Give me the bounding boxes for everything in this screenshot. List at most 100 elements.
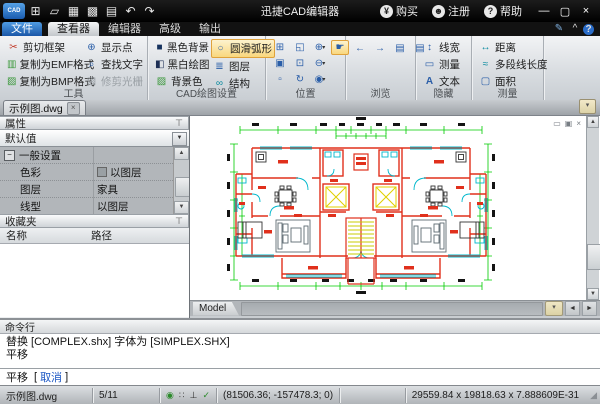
document-tab[interactable]: 示例图.dwg × (3, 100, 86, 115)
floor-plan-drawing (190, 116, 586, 300)
zoom-out-button[interactable]: ⊖▾ (311, 56, 329, 71)
vertical-scrollbar[interactable]: ▲ ▼ (586, 116, 599, 300)
save-as-icon[interactable]: ▩ (84, 4, 101, 18)
model-tab-bar: Model ▾ ◄ ► (190, 300, 600, 316)
find-text-button[interactable]: ⌕ 查找文字 (83, 56, 145, 73)
document-tab-close-icon[interactable]: × (67, 102, 80, 115)
mdi-close-icon[interactable]: × (576, 119, 581, 128)
distance-button[interactable]: ↔ 距离 (477, 39, 550, 56)
property-row-linetype[interactable]: 线型 以图层 (0, 198, 189, 214)
zoom-extent-button[interactable]: ⊡ (291, 56, 309, 71)
print-icon[interactable]: ▤ (103, 4, 120, 18)
properties-header: 属性 ⊤ (0, 116, 189, 130)
bookmark-button[interactable]: ▤ (391, 41, 409, 56)
new-window-button[interactable]: ⊞ (271, 40, 289, 55)
pin-icon[interactable]: ⊤ (175, 118, 183, 129)
measure-icon: ▭ (423, 59, 436, 71)
property-row-layer[interactable]: 图层 家具 (0, 181, 189, 198)
copy-emf-icon: ▥ (7, 59, 16, 71)
tab-file[interactable]: 文件 (2, 22, 42, 36)
close-button[interactable]: × (580, 5, 592, 17)
register-button[interactable]: ☻ 注册 (432, 3, 470, 19)
command-history-line: 平移 (6, 349, 594, 362)
distance-icon: ↔ (479, 42, 492, 54)
ribbon-group-tools: ✂ 剪切框架 ▥ 复制为EMF格式 ▨ 复制为BMP格式 ⊕ 显示点 ⌕ 查找文… (0, 36, 148, 100)
scroll-left-icon[interactable]: ◄ (565, 301, 580, 316)
scroll-down-icon[interactable]: ▼ (174, 201, 189, 214)
scroll-down-icon[interactable]: ▼ (587, 288, 599, 300)
forward-button[interactable]: → (371, 41, 389, 56)
command-line-header[interactable]: 命令行 (0, 320, 600, 334)
back-button[interactable]: ← (351, 41, 369, 56)
zoom-in-button[interactable]: ⊕▾ (311, 40, 329, 55)
edit-check-icon[interactable]: ✓ (202, 390, 210, 400)
property-row-color[interactable]: 色彩 以图层 (0, 164, 189, 181)
column-name[interactable]: 名称 (0, 228, 91, 243)
property-group-row[interactable]: − 一般设置 (0, 147, 189, 164)
buy-icon: ¥ (380, 5, 393, 18)
canvas-area: ▭ ▣ × (190, 116, 600, 316)
bw-drawing-button[interactable]: ◧ 黑白绘图 (153, 56, 211, 73)
scroll-up-icon[interactable]: ▲ (174, 147, 189, 160)
collapse-ribbon-icon[interactable]: ^ (567, 22, 583, 36)
property-grid-scrollbar[interactable]: ▲ ▼ (173, 147, 189, 214)
show-points-icon: ⊕ (85, 42, 98, 54)
drawing-viewport[interactable]: ▭ ▣ × (190, 116, 586, 300)
line-width-button[interactable]: ↕ 线宽 (421, 39, 462, 56)
copy-emf-button[interactable]: ▥ 复制为EMF格式 (5, 56, 83, 73)
new-file-icon[interactable]: ⊞ (27, 4, 44, 18)
register-icon: ☻ (432, 5, 445, 18)
zoom-window-button[interactable]: ◱ (291, 40, 309, 55)
horizontal-scrollbar[interactable] (241, 302, 543, 316)
black-bg-button[interactable]: ■ 黑色背景 (153, 39, 211, 56)
column-path[interactable]: 路径 (91, 228, 112, 243)
ribbon: ✂ 剪切框架 ▥ 复制为EMF格式 ▨ 复制为BMP格式 ⊕ 显示点 ⌕ 查找文… (0, 36, 600, 100)
cut-frame-button[interactable]: ✂ 剪切框架 (5, 39, 83, 56)
help-button[interactable]: ? 帮助 (484, 3, 522, 19)
cascade-windows-button[interactable]: ▣ (271, 56, 289, 71)
pencil-icon[interactable]: ✎ (551, 22, 567, 36)
mdi-minimize-icon[interactable]: ▭ (553, 119, 561, 128)
tab-viewer[interactable]: 查看器 (48, 22, 99, 36)
cut-frame-icon: ✂ (7, 42, 20, 54)
undo-icon[interactable]: ↶ (122, 4, 139, 18)
scroll-right-icon[interactable]: ► (582, 301, 597, 316)
quick-help-icon[interactable]: ? (583, 24, 594, 35)
bw-drawing-icon: ◧ (155, 59, 164, 71)
scroll-up-icon[interactable]: ▲ (587, 116, 599, 128)
ortho-icon[interactable]: ⊥ (190, 390, 198, 400)
pin-icon[interactable]: ⊤ (175, 216, 183, 227)
maximize-button[interactable]: ▢ (559, 5, 571, 18)
save-icon[interactable]: ▦ (65, 4, 82, 18)
open-file-icon[interactable]: ▱ (46, 4, 63, 18)
scrollbar-thumb[interactable] (587, 244, 600, 270)
line-width-icon: ↕ (423, 42, 436, 54)
show-points-button[interactable]: ⊕ 显示点 (83, 39, 145, 56)
buy-button[interactable]: ¥ 购买 (380, 3, 418, 19)
scrollbar-thumb[interactable] (175, 177, 189, 197)
favorites-list[interactable] (0, 244, 189, 317)
layout-dropdown-button[interactable]: ▾ (545, 301, 563, 316)
help-icon: ? (484, 5, 497, 18)
tab-advanced[interactable]: 高级 (150, 22, 190, 36)
marker-icon[interactable]: ◉ (166, 390, 174, 400)
resize-grip[interactable]: ◢ (585, 390, 600, 401)
snap-grid-icon[interactable]: ∷ (179, 390, 185, 400)
group-label-measure: 测量 (472, 85, 543, 100)
mdi-restore-icon[interactable]: ▣ (565, 119, 573, 128)
cancel-link[interactable]: 取消 (40, 369, 62, 385)
preset-combobox[interactable]: 默认值 ▼ (0, 130, 189, 147)
tab-list-dropdown-button[interactable]: ▾ (579, 99, 596, 114)
command-history-line: 替换 [COMPLEX.shx] 字体为 [SIMPLEX.SHX] (6, 336, 594, 349)
polyline-length-button[interactable]: ≈ 多段线长度 (477, 56, 550, 73)
polyline-length-icon: ≈ (479, 59, 492, 71)
tab-output[interactable]: 输出 (190, 22, 230, 36)
model-tab[interactable]: Model (193, 302, 239, 316)
command-prompt[interactable]: 平移 [ 取消 ] (0, 368, 600, 385)
collapse-icon[interactable]: − (4, 150, 15, 161)
measure-toggle-button[interactable]: ▭ 测量 (421, 56, 462, 73)
redo-icon[interactable]: ↷ (141, 4, 158, 18)
minimize-button[interactable]: — (538, 5, 550, 17)
tab-editor[interactable]: 编辑器 (99, 22, 150, 36)
app-logo[interactable]: CAD (3, 3, 25, 19)
